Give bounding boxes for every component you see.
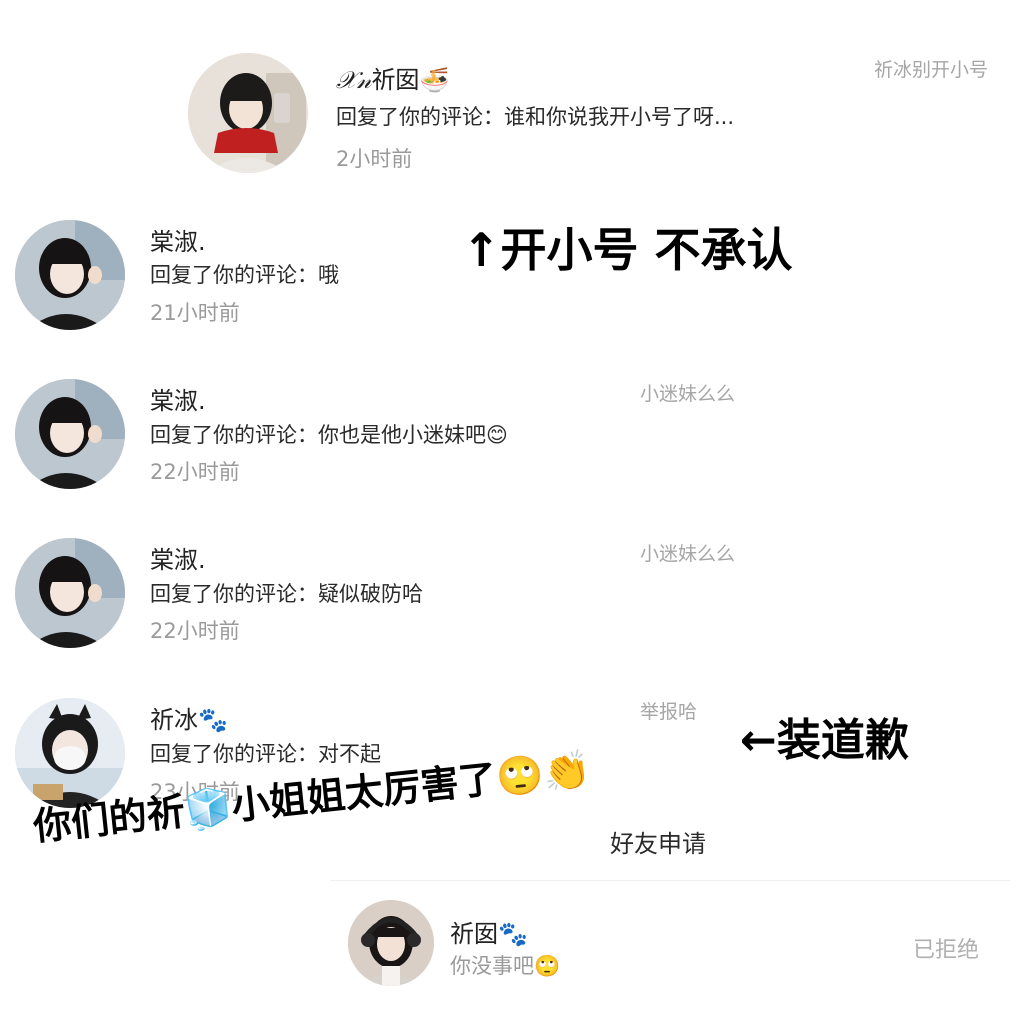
user-avatar[interactable] — [15, 538, 125, 648]
user-avatar[interactable] — [15, 220, 125, 330]
girl-red-scarf-avatar-icon — [188, 53, 308, 173]
timestamp: 21小时前 — [150, 301, 240, 325]
referenced-comment[interactable]: 举报哈 — [640, 698, 697, 726]
notification-item-2[interactable]: 棠淑. 回复了你的评论：哦 21小时前 — [0, 200, 1024, 360]
user-avatar[interactable] — [348, 900, 434, 986]
user-name[interactable]: 祈冰🐾 — [150, 700, 228, 735]
timestamp: 2小时前 — [336, 147, 413, 171]
friend-request-item[interactable]: 祈囡🐾 你没事吧🙄 已拒绝 — [330, 890, 1010, 1000]
request-message: 你没事吧🙄 — [450, 954, 561, 978]
friend-request-section: 好友申请 祈囡🐾 你没事吧🙄 已拒绝 — [330, 810, 1024, 1024]
user-name[interactable]: 𝒳𝓃祈囡🍜 — [336, 60, 449, 95]
timestamp: 22小时前 — [150, 619, 240, 643]
reply-message[interactable]: 回复了你的评论：疑似破防哈 — [150, 578, 423, 608]
user-avatar[interactable] — [15, 379, 125, 489]
notification-item-3[interactable]: 棠淑. 回复了你的评论：你也是他小迷妹吧😊 22小时前 小迷妹么么 — [0, 360, 1024, 520]
referenced-comment[interactable]: 小迷妹么么 — [640, 540, 735, 568]
reply-message[interactable]: 回复了你的评论：哦 — [150, 259, 339, 289]
reply-message[interactable]: 回复了你的评论：你也是他小迷妹吧😊 — [150, 419, 508, 449]
paw-prints-icon: 🐾 — [498, 920, 528, 948]
notification-item-1[interactable]: 𝒳𝓃祈囡🍜 回复了你的评论：谁和你说我开小号了呀... 2小时前 祈冰别开小号 — [0, 0, 1024, 200]
user-name[interactable]: 棠淑. — [150, 381, 206, 416]
referenced-comment[interactable]: 小迷妹么么 — [640, 380, 735, 408]
girl-black-hair-avatar-icon — [15, 379, 125, 489]
girl-headphones-avatar-icon — [348, 900, 434, 986]
notification-item-4[interactable]: 棠淑. 回复了你的评论：疑似破防哈 22小时前 小迷妹么么 — [0, 520, 1024, 680]
user-name[interactable]: 祈囡🐾 — [450, 914, 528, 949]
name-prefix: 𝒳𝓃 — [336, 66, 372, 94]
user-name[interactable]: 棠淑. — [150, 540, 206, 575]
referenced-comment[interactable]: 祈冰别开小号 — [874, 56, 994, 84]
timestamp: 22小时前 — [150, 460, 240, 484]
section-divider — [330, 880, 1010, 881]
request-status: 已拒绝 — [913, 938, 980, 963]
paw-prints-icon: 🐾 — [198, 706, 228, 734]
user-name[interactable]: 棠淑. — [150, 222, 206, 257]
reply-message[interactable]: 回复了你的评论：谁和你说我开小号了呀... — [336, 101, 734, 131]
annotation-fake-apology: ←装道歉 — [740, 715, 909, 766]
girl-black-hair-avatar-icon — [15, 538, 125, 648]
user-avatar[interactable] — [188, 53, 308, 173]
section-label: 好友申请 — [610, 830, 706, 858]
noodle-emoji-icon: 🍜 — [419, 66, 450, 94]
name-text: 祈囡 — [450, 920, 498, 948]
name-text: 祈囡 — [371, 66, 420, 94]
girl-black-hair-avatar-icon — [15, 220, 125, 330]
name-text: 祈冰 — [150, 706, 198, 734]
